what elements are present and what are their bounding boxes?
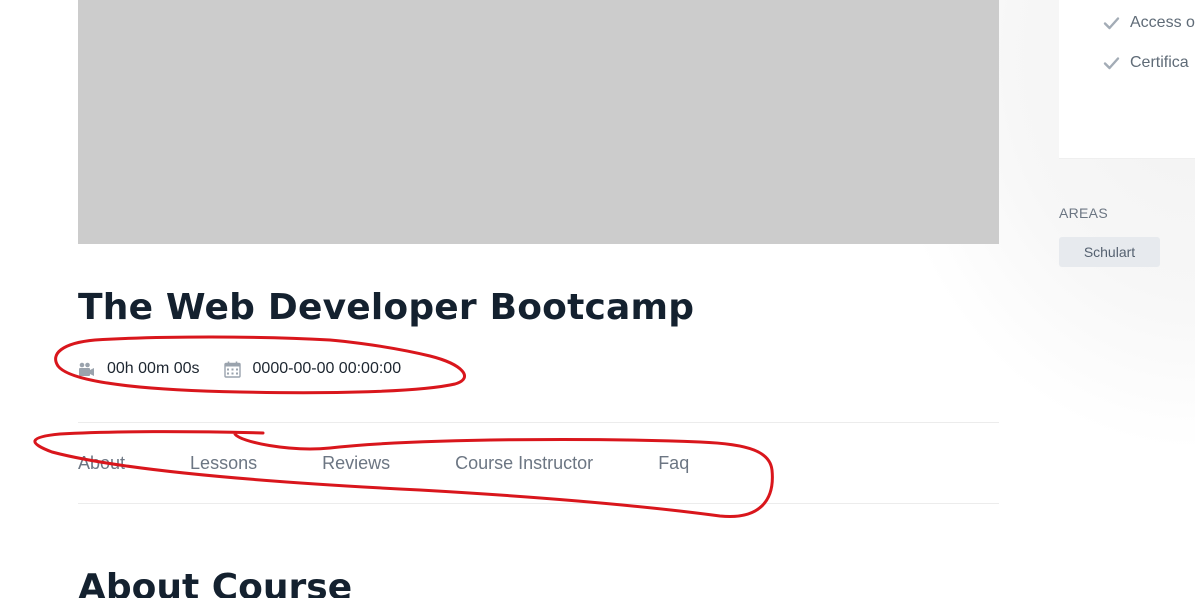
check-icon: [1103, 57, 1120, 70]
video-camera-icon: [79, 362, 94, 376]
tab-course-instructor[interactable]: Course Instructor: [455, 453, 593, 474]
course-features-card: Access o Certifica: [1059, 0, 1195, 159]
course-duration: 00h 00m 00s: [78, 360, 200, 378]
tab-about[interactable]: About: [78, 453, 125, 474]
course-main-column: The Web Developer Bootcamp 00h 00m 00s 0…: [78, 0, 999, 598]
feature-label: Access o: [1130, 14, 1195, 31]
course-duration-value: 00h 00m 00s: [107, 360, 200, 377]
course-title: The Web Developer Bootcamp: [78, 287, 695, 328]
course-meta: 00h 00m 00s 0000-00-00 00:00:00: [78, 358, 999, 380]
feature-item: Certifica: [1103, 54, 1189, 72]
course-date: 0000-00-00 00:00:00: [223, 360, 402, 378]
calendar-icon: [223, 361, 241, 378]
about-course-heading: About Course: [78, 567, 353, 598]
tab-faq[interactable]: Faq: [658, 453, 689, 474]
course-detail-page: The Web Developer Bootcamp 00h 00m 00s 0…: [0, 0, 1195, 598]
course-image-placeholder: [78, 0, 999, 244]
feature-item: Access o: [1103, 14, 1195, 32]
tab-lessons[interactable]: Lessons: [190, 453, 257, 474]
tab-reviews[interactable]: Reviews: [322, 453, 390, 474]
course-date-value: 0000-00-00 00:00:00: [252, 360, 402, 377]
feature-label: Certifica: [1130, 54, 1189, 71]
check-icon: [1103, 17, 1120, 30]
area-badge-schulart[interactable]: Schulart: [1059, 237, 1160, 267]
areas-label: AREAS: [1059, 205, 1108, 221]
course-tabs: About Lessons Reviews Course Instructor …: [78, 422, 999, 504]
